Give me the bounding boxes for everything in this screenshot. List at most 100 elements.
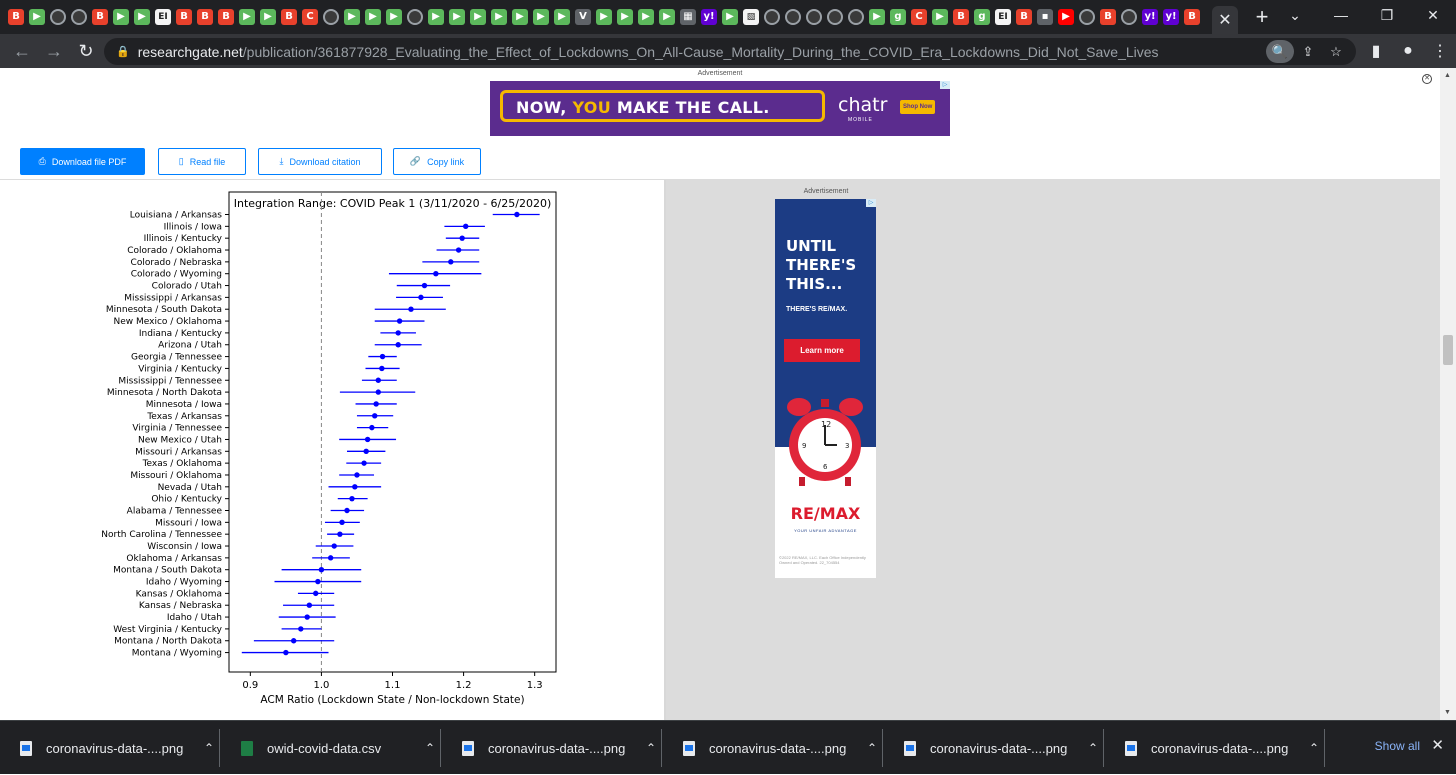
chevron-up-icon[interactable]: ⌃ [646,741,656,755]
tab-favicon-54[interactable]: y! [1142,9,1158,25]
tab-favicon-1[interactable]: ▶ [29,9,45,25]
tab-favicon-53[interactable] [1121,9,1137,25]
copy-link-button[interactable]: 🔗 Copy link [393,148,481,175]
tab-favicon-4[interactable]: B [92,9,108,25]
menu-icon[interactable]: ⋮ [1424,41,1456,61]
tab-favicon-25[interactable]: ▶ [533,9,549,25]
tab-favicon-32[interactable]: ▦ [680,9,696,25]
download-item[interactable]: coronavirus-data-....png ⌃ [884,721,1104,775]
tab-favicon-31[interactable]: ▶ [659,9,675,25]
tab-favicon-8[interactable]: B [176,9,192,25]
tab-favicon-24[interactable]: ▶ [512,9,528,25]
tab-favicon-40[interactable] [848,9,864,25]
tab-favicon-34[interactable]: ▶ [722,9,738,25]
side-adchoices-icon[interactable]: ▷ [866,199,876,207]
show-all-button[interactable]: Show all [1375,739,1420,753]
tab-favicon-55[interactable]: y! [1163,9,1179,25]
tab-favicon-44[interactable]: ▶ [932,9,948,25]
tab-favicon-52[interactable]: B [1100,9,1116,25]
tab-favicon-5[interactable]: ▶ [113,9,129,25]
scroll-down-icon[interactable]: ▼ [1444,709,1451,716]
side-ad[interactable]: ▷ UNTIL THERE'S THIS... THERE'S RE/MAX. … [775,199,876,578]
chevron-up-icon[interactable]: ⌃ [204,741,214,755]
tab-favicon-37[interactable] [785,9,801,25]
tab-favicon-41[interactable]: ▶ [869,9,885,25]
tab-favicon-14[interactable]: C [302,9,318,25]
chevron-up-icon[interactable]: ⌃ [1088,741,1098,755]
learn-more-button[interactable]: Learn more [784,339,860,362]
chevron-up-icon[interactable]: ⌃ [1309,741,1319,755]
tab-favicon-47[interactable]: EI [995,9,1011,25]
download-pdf-button[interactable]: ⎙ Download file PDF [20,148,145,175]
shop-now-button[interactable]: Shop Now [900,100,936,114]
tab-search-icon[interactable]: ⌄ [1272,0,1318,30]
tab-favicon-28[interactable]: ▶ [596,9,612,25]
download-citation-button[interactable]: ⤓ Download citation [258,148,382,175]
tab-favicon-7[interactable]: EI [155,9,171,25]
address-bar[interactable]: 🔒 researchgate.net/publication/361877928… [104,38,1356,65]
download-item[interactable]: coronavirus-data-....png ⌃ [1105,721,1325,775]
tab-favicon-10[interactable]: B [218,9,234,25]
tab-favicon-17[interactable]: ▶ [365,9,381,25]
tab-favicon-2[interactable] [50,9,66,25]
tab-favicon-26[interactable]: ▶ [554,9,570,25]
minimize-icon[interactable]: — [1318,0,1364,30]
bookmark-star-icon[interactable]: ☆ [1322,40,1350,63]
tab-favicon-36[interactable] [764,9,780,25]
active-tab[interactable]: ✕ [1212,6,1238,34]
reload-icon[interactable]: ↻ [70,35,102,67]
profile-icon[interactable]: ● [1392,42,1424,60]
tab-favicon-51[interactable] [1079,9,1095,25]
tab-favicon-27[interactable]: V [575,9,591,25]
tab-favicon-23[interactable]: ▶ [491,9,507,25]
tab-favicon-6[interactable]: ▶ [134,9,150,25]
tab-favicon-33[interactable]: y! [701,9,717,25]
tab-favicon-15[interactable] [323,9,339,25]
tab-favicon-0[interactable]: B [8,9,24,25]
tab-favicon-13[interactable]: B [281,9,297,25]
read-file-button[interactable]: ▯ Read file [158,148,246,175]
forward-arrow-icon[interactable]: → [38,35,70,67]
share-icon[interactable]: ⇪ [1294,40,1322,63]
scroll-thumb[interactable] [1443,335,1453,365]
chevron-up-icon[interactable]: ⌃ [425,741,435,755]
new-tab-button[interactable]: + [1252,4,1272,30]
tab-favicon-9[interactable]: B [197,9,213,25]
page-scrollbar[interactable]: ▲ ▼ [1440,68,1456,720]
adchoices-icon[interactable]: ▷ [940,81,950,89]
tab-favicon-50[interactable]: ▶ [1058,9,1074,25]
tab-favicon-19[interactable] [407,9,423,25]
tab-favicon-38[interactable] [806,9,822,25]
tab-favicon-11[interactable]: ▶ [239,9,255,25]
tab-favicon-29[interactable]: ▶ [617,9,633,25]
chevron-up-icon[interactable]: ⌃ [867,741,877,755]
close-ad-icon[interactable]: ✕ [1422,74,1432,84]
tab-favicon-49[interactable]: ▪ [1037,9,1053,25]
tab-favicon-21[interactable]: ▶ [449,9,465,25]
back-arrow-icon[interactable]: ← [6,35,38,67]
tab-favicon-3[interactable] [71,9,87,25]
download-item[interactable]: coronavirus-data-....png ⌃ [0,721,220,775]
download-item[interactable]: coronavirus-data-....png ⌃ [442,721,662,775]
tab-favicon-42[interactable]: g [890,9,906,25]
tab-favicon-56[interactable]: B [1184,9,1200,25]
tab-favicon-30[interactable]: ▶ [638,9,654,25]
tab-favicon-48[interactable]: B [1016,9,1032,25]
side-panel-icon[interactable]: ▮ [1360,41,1392,61]
close-downloads-icon[interactable]: ✕ [1431,736,1444,754]
tab-favicon-16[interactable]: ▶ [344,9,360,25]
download-item[interactable]: owid-covid-data.csv ⌃ [221,721,441,775]
tab-favicon-20[interactable]: ▶ [428,9,444,25]
close-window-icon[interactable]: ✕ [1410,0,1456,30]
tab-favicon-35[interactable]: ▧ [743,9,759,25]
tab-favicon-43[interactable]: C [911,9,927,25]
tab-favicon-12[interactable]: ▶ [260,9,276,25]
tab-favicon-39[interactable] [827,9,843,25]
top-ad-banner[interactable]: NOW, YOU MAKE THE CALL. chatr MOBILE Sho… [490,81,950,136]
tab-favicon-45[interactable]: B [953,9,969,25]
download-item[interactable]: coronavirus-data-....png ⌃ [663,721,883,775]
scroll-up-icon[interactable]: ▲ [1444,72,1451,79]
tab-favicon-18[interactable]: ▶ [386,9,402,25]
zoom-icon[interactable]: 🔍 [1266,40,1294,63]
restore-icon[interactable]: ❐ [1364,0,1410,30]
